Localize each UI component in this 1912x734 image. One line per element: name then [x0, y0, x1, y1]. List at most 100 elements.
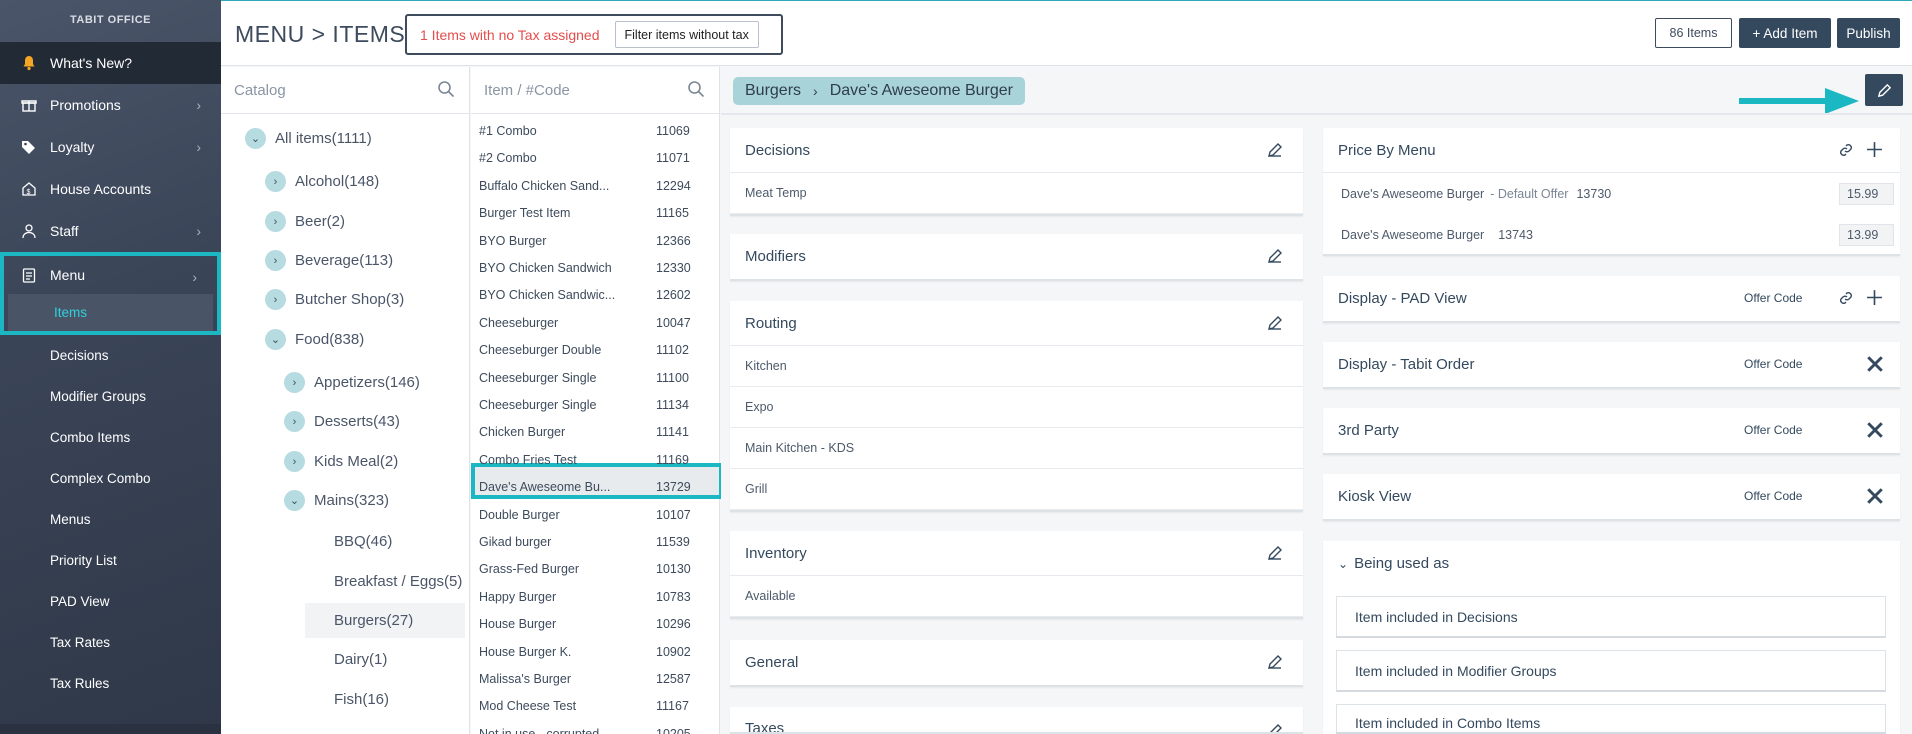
add-item-button[interactable]: + Add Item	[1739, 18, 1831, 48]
plus-icon[interactable]	[1866, 289, 1883, 306]
price-value[interactable]: 13.99	[1839, 224, 1894, 246]
item-list-row[interactable]: Chicken Burger 11141	[471, 418, 720, 445]
sidebar-subitem-combo-items[interactable]: Combo Items	[0, 417, 221, 458]
plus-icon[interactable]	[1866, 141, 1883, 158]
sidebar-item-house-accounts[interactable]: $ House Accounts	[0, 168, 221, 210]
tree-node-food[interactable]: ⌄ Food(838)	[265, 329, 364, 350]
tree-node-kids-meal[interactable]: › Kids Meal(2)	[284, 451, 398, 472]
item-count-badge[interactable]: 86 Items	[1655, 18, 1732, 48]
item-list-row[interactable]: Grass-Fed Burger 10130	[471, 555, 720, 582]
item-code: 11169	[656, 452, 689, 467]
close-icon[interactable]	[1866, 355, 1884, 373]
pencil-icon[interactable]	[1267, 248, 1283, 264]
tree-node-dairy[interactable]: Dairy(1)	[334, 651, 387, 668]
tree-node-bbq[interactable]: BBQ(46)	[334, 533, 392, 550]
item-search-input[interactable]	[484, 81, 664, 99]
item-list-row[interactable]: Combo Fries Test 11169	[471, 446, 720, 473]
collapse-icon[interactable]: ⌄	[284, 490, 305, 511]
catalog-search-input[interactable]	[234, 81, 414, 99]
expand-icon[interactable]: ›	[284, 372, 305, 393]
sidebar-subitem-decisions[interactable]: Decisions	[0, 335, 221, 376]
item-list-row[interactable]: House Burger K. 10902	[471, 638, 720, 665]
item-list-row[interactable]: Gikad burger 11539	[471, 528, 720, 555]
item-list-row[interactable]: Buffalo Chicken Sand... 12294	[471, 172, 720, 199]
tree-node-breakfast-eggs[interactable]: Breakfast / Eggs(5)	[334, 573, 462, 590]
item-list-row[interactable]: Cheeseburger Single 11100	[471, 364, 720, 391]
pencil-icon[interactable]	[1267, 545, 1283, 561]
pencil-icon[interactable]	[1267, 142, 1283, 158]
sidebar-subitem-menus[interactable]: Menus	[0, 499, 221, 540]
item-list-row[interactable]: Burger Test Item 11165	[471, 199, 720, 226]
sidebar-item-label: Promotions	[50, 97, 121, 113]
item-list-row[interactable]: BYO Chicken Sandwich 12330	[471, 254, 720, 281]
expand-icon[interactable]: ›	[284, 451, 305, 472]
sidebar-subitem-modifier-groups[interactable]: Modifier Groups	[0, 376, 221, 417]
tree-node-mains[interactable]: ⌄ Mains(323)	[284, 490, 389, 511]
tree-node-beer[interactable]: › Beer(2)	[265, 211, 345, 232]
item-list-row[interactable]: Cheeseburger 10047	[471, 309, 720, 336]
expand-icon[interactable]: ›	[265, 289, 286, 310]
expand-icon[interactable]: ›	[265, 171, 286, 192]
used-in-decisions[interactable]: Item included in Decisions	[1336, 596, 1886, 638]
expand-icon[interactable]: ›	[284, 411, 305, 432]
item-list-row[interactable]: Cheeseburger Double 11102	[471, 336, 720, 363]
link-icon[interactable]	[1838, 142, 1854, 158]
item-name: Buffalo Chicken Sand...	[479, 178, 610, 193]
sidebar-item-whats-new[interactable]: What's New?	[0, 42, 221, 84]
tax-warning-text[interactable]: 1 Items with no Tax assigned	[420, 27, 600, 43]
sidebar-subitem-tax-rates[interactable]: Tax Rates	[0, 622, 221, 663]
filter-without-tax-button[interactable]: Filter items without tax	[614, 21, 759, 48]
sidebar-subitem-complex-combo[interactable]: Complex Combo	[0, 458, 221, 499]
expand-icon[interactable]: ›	[265, 250, 286, 271]
collapse-icon[interactable]: ⌄	[265, 329, 286, 350]
item-list-row[interactable]: BYO Chicken Sandwic... 12602	[471, 281, 720, 308]
collapse-icon[interactable]: ⌄	[245, 128, 266, 149]
sidebar-item-loyalty[interactable]: Loyalty ›	[0, 126, 221, 168]
tree-node-all-items[interactable]: ⌄ All items(1111)	[245, 128, 372, 149]
pencil-icon[interactable]	[1267, 723, 1283, 734]
item-list-row[interactable]: Mod Cheese Test 11167	[471, 692, 720, 719]
item-list-row[interactable]: Double Burger 10107	[471, 501, 720, 528]
sidebar-item-menu[interactable]: Menu ›	[4, 256, 217, 294]
breadcrumb-category[interactable]: Burgers	[745, 82, 801, 100]
sidebar-subitem-tax-rules[interactable]: Tax Rules	[0, 663, 221, 704]
expand-icon[interactable]: ›	[265, 211, 286, 232]
tree-node-beverage[interactable]: › Beverage(113)	[265, 250, 393, 271]
item-list-row[interactable]: Dave's Aweseome Bu... 13729	[471, 473, 720, 500]
tree-node-alcohol[interactable]: › Alcohol(148)	[265, 171, 379, 192]
publish-button[interactable]: Publish	[1837, 18, 1900, 48]
being-used-toggle[interactable]: ⌄ Being used as	[1323, 541, 1900, 586]
used-in-modifier-groups[interactable]: Item included in Modifier Groups	[1336, 650, 1886, 692]
sidebar-subitem-items[interactable]: Items	[8, 294, 213, 331]
used-in-combo-items[interactable]: Item included in Combo Items	[1336, 704, 1886, 734]
item-list-row[interactable]: House Burger 10296	[471, 610, 720, 637]
price-row[interactable]: Dave's Aweseome Burger - Default Offer 1…	[1323, 173, 1900, 214]
pencil-icon[interactable]	[1267, 315, 1283, 331]
item-list-row[interactable]: BYO Burger 12366	[471, 227, 720, 254]
search-icon[interactable]	[437, 80, 455, 98]
tree-node-butcher-shop[interactable]: › Butcher Shop(3)	[265, 289, 404, 310]
sidebar-subitem-priority-list[interactable]: Priority List	[0, 540, 221, 581]
link-icon[interactable]	[1838, 290, 1854, 306]
price-row[interactable]: Dave's Aweseome Burger 13743 13.99	[1323, 214, 1900, 255]
sidebar-subitem-pad-view[interactable]: PAD View	[0, 581, 221, 622]
edit-item-button[interactable]	[1865, 74, 1903, 106]
price-value[interactable]: 15.99	[1839, 183, 1894, 205]
close-icon[interactable]	[1866, 487, 1884, 505]
item-name: Happy Burger	[479, 589, 557, 604]
close-icon[interactable]	[1866, 421, 1884, 439]
sidebar-item-staff[interactable]: Staff ›	[0, 210, 221, 252]
item-list-row[interactable]: #1 Combo 11069	[471, 117, 720, 144]
tree-node-burgers[interactable]: Burgers(27)	[334, 612, 413, 629]
search-icon[interactable]	[687, 80, 705, 98]
item-list-row[interactable]: Happy Burger 10783	[471, 583, 720, 610]
tree-node-fish[interactable]: Fish(16)	[334, 691, 389, 708]
item-list-row[interactable]: Not in use - corrupted 10205	[471, 720, 720, 734]
pencil-icon[interactable]	[1267, 654, 1283, 670]
tree-node-desserts[interactable]: › Desserts(43)	[284, 411, 400, 432]
item-list-row[interactable]: #2 Combo 11071	[471, 144, 720, 171]
sidebar-item-promotions[interactable]: Promotions ›	[0, 84, 221, 126]
item-list-row[interactable]: Malissa's Burger 12587	[471, 665, 720, 692]
tree-node-appetizers[interactable]: › Appetizers(146)	[284, 372, 420, 393]
item-list-row[interactable]: Cheeseburger Single 11134	[471, 391, 720, 418]
